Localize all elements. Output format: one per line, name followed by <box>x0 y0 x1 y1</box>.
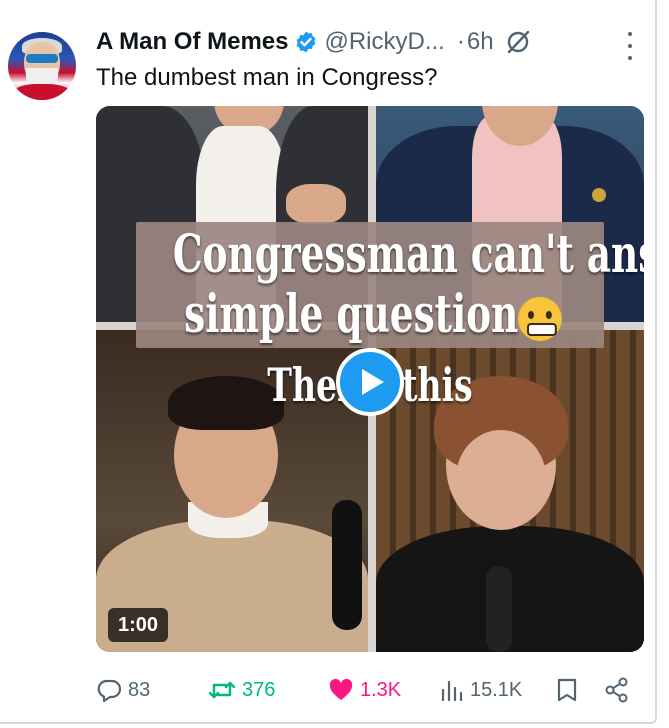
tweet-text: The dumbest man in Congress? <box>96 64 438 91</box>
video-duration: 1:00 <box>108 608 169 642</box>
views-count: 15.1K <box>470 678 523 701</box>
play-button[interactable] <box>336 348 404 416</box>
video-media[interactable]: Congressman can't answer simple question… <box>96 106 644 652</box>
separator-dot: · <box>456 28 465 55</box>
caption-line-2: simple question <box>173 284 568 345</box>
caption-line-3-right: this <box>402 358 473 412</box>
heart-icon <box>329 678 353 700</box>
bookmark-button[interactable] <box>556 672 578 708</box>
reply-icon <box>97 679 122 703</box>
more-vertical-icon[interactable] <box>622 32 638 60</box>
share-button[interactable] <box>604 672 630 708</box>
reply-count: 83 <box>128 678 151 701</box>
caption-line-1: Congressman can't answer <box>172 224 644 285</box>
repost-button[interactable]: 376 <box>208 672 275 708</box>
grok-icon[interactable] <box>504 28 532 56</box>
caption-line-2-text: simple question <box>184 284 519 345</box>
repost-icon <box>208 681 236 699</box>
bookmark-icon <box>557 678 577 702</box>
like-count: 1.3K <box>360 678 402 701</box>
play-icon <box>361 369 384 395</box>
timestamp[interactable]: 6h <box>467 28 494 56</box>
views-button[interactable]: 15.1K <box>440 672 522 708</box>
avatar[interactable] <box>8 32 76 100</box>
handle[interactable]: @RickyD... <box>324 28 444 56</box>
tweet-header: A Man Of Memes @RickyD... · 6h <box>96 26 532 58</box>
reply-button[interactable]: 83 <box>96 672 150 708</box>
action-bar: 83 376 1.3K 15.1K <box>96 672 644 708</box>
views-icon <box>441 680 463 702</box>
grimacing-face-icon <box>518 296 562 341</box>
repost-count: 376 <box>242 678 276 701</box>
verified-badge-icon <box>294 30 318 54</box>
like-button[interactable]: 1.3K <box>328 672 401 708</box>
display-name[interactable]: A Man Of Memes <box>96 28 288 56</box>
share-icon <box>605 677 628 703</box>
